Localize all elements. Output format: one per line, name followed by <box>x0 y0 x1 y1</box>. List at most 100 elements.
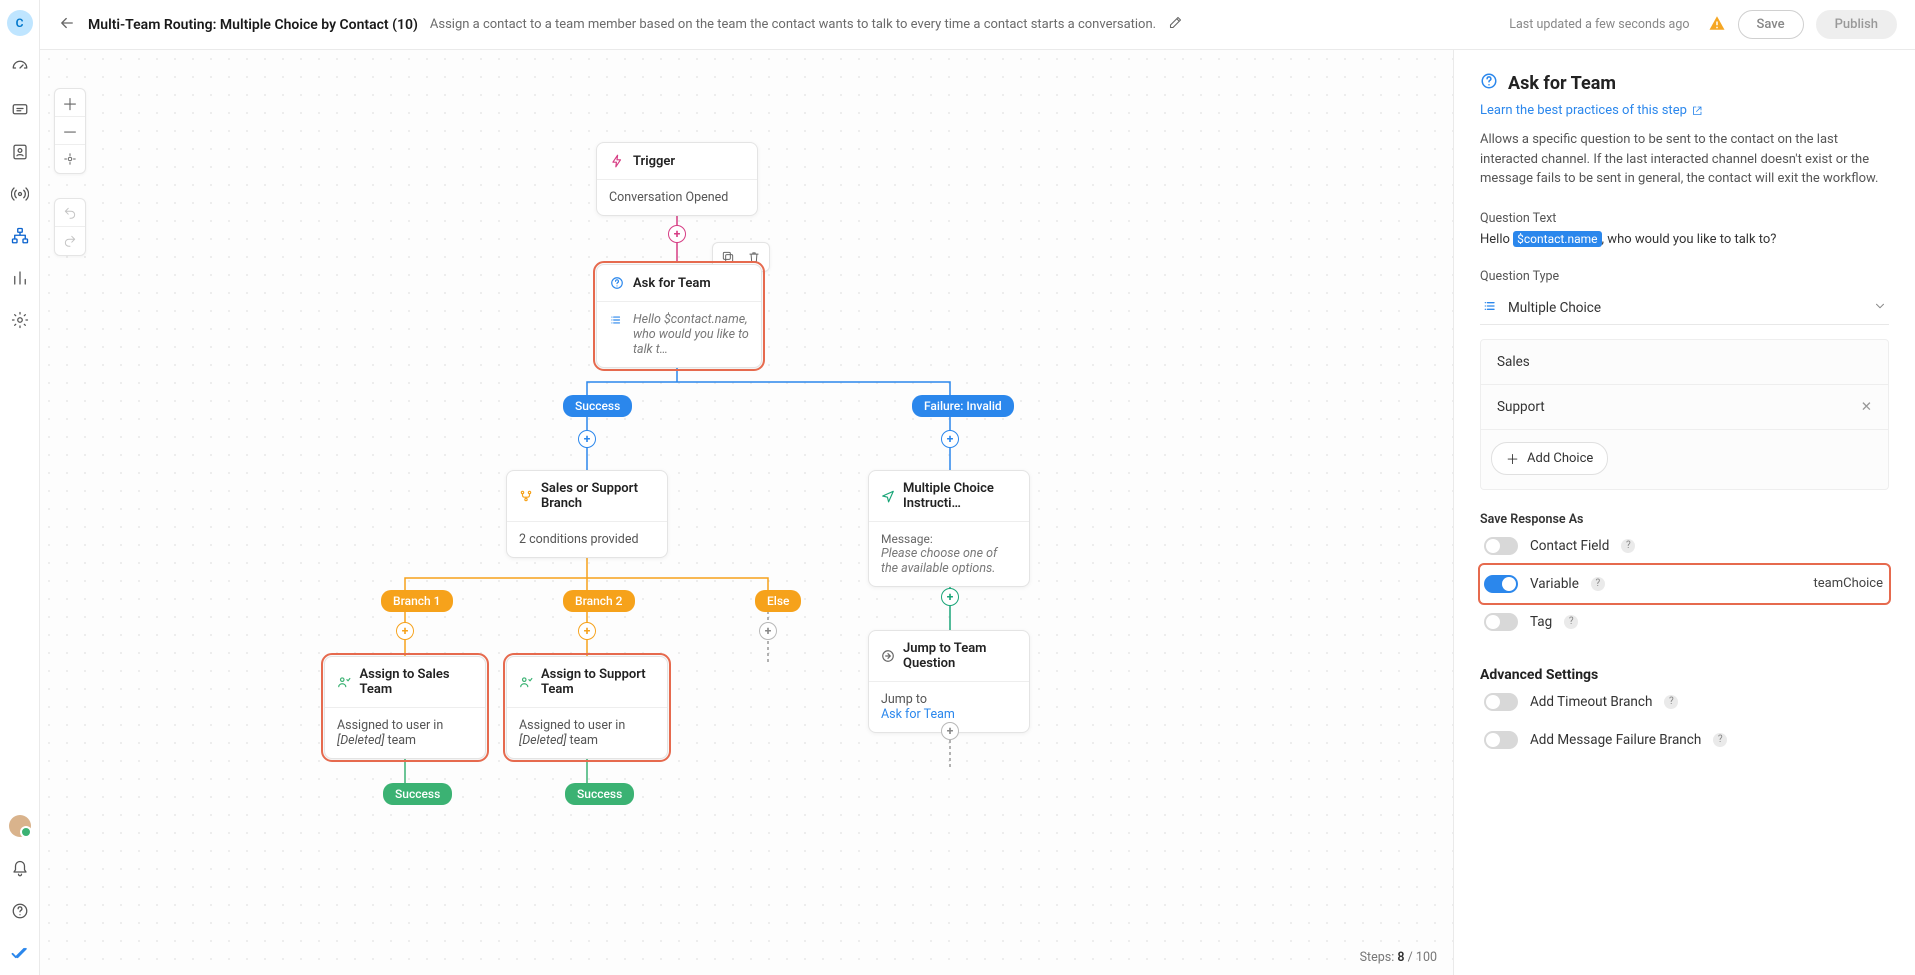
node-title: Trigger <box>633 154 675 169</box>
reports-icon[interactable] <box>10 268 30 288</box>
workspace-avatar[interactable]: C <box>7 10 33 36</box>
choice-item[interactable]: Support✕ <box>1481 385 1888 430</box>
question-icon <box>1480 72 1498 95</box>
choice-list: Sales Support✕ ＋Add Choice <box>1480 339 1889 490</box>
help-icon[interactable]: ? <box>1713 733 1727 747</box>
branch2-pill[interactable]: Branch 2 <box>563 590 635 612</box>
panel-heading: Ask for Team <box>1480 72 1889 95</box>
add-after-jump[interactable]: + <box>941 722 959 740</box>
notifications-icon[interactable] <box>10 859 30 879</box>
panel-description: Allows a specific question to be sent to… <box>1480 130 1889 189</box>
node-jump[interactable]: Jump to Team Question Jump toAsk for Tea… <box>868 630 1030 733</box>
success-pill-support: Success <box>565 783 634 805</box>
brand-logo-icon <box>10 943 30 963</box>
node-title: Multiple Choice Instructi… <box>903 481 1017 511</box>
help-icon[interactable] <box>10 901 30 921</box>
page-title: Multi-Team Routing: Multiple Choice by C… <box>88 17 418 33</box>
node-title: Sales or Support Branch <box>541 481 655 511</box>
choice-item[interactable]: Sales <box>1481 340 1888 385</box>
nav-rail: C <box>0 0 40 975</box>
add-after-failure[interactable]: + <box>941 430 959 448</box>
dashboard-icon[interactable] <box>10 58 30 78</box>
node-title: Assign to Support Team <box>541 667 655 697</box>
list-icon <box>609 312 623 328</box>
back-button[interactable] <box>58 14 76 36</box>
toggle-msg-failure-branch[interactable] <box>1484 731 1518 749</box>
advanced-message-failure-branch: Add Message Failure Branch ? <box>1480 721 1889 759</box>
branch-failure-pill[interactable]: Failure: Invalid <box>912 395 1014 417</box>
jump-icon <box>881 648 895 664</box>
node-assign-support[interactable]: Assign to Support Team Assigned to user … <box>506 656 668 759</box>
messages-icon[interactable] <box>10 100 30 120</box>
help-icon[interactable]: ? <box>1621 539 1635 553</box>
save-as-variable: Variable ? teamChoice <box>1480 565 1889 603</box>
last-updated: Last updated a few seconds ago <box>1509 17 1689 32</box>
variable-name[interactable]: teamChoice <box>1813 576 1883 591</box>
toggle-contact-field[interactable] <box>1484 537 1518 555</box>
node-ask-for-team[interactable]: Ask for Team Hello $contact.name, who wo… <box>596 264 762 368</box>
send-icon <box>881 488 895 504</box>
node-title: Jump to Team Question <box>903 641 1017 671</box>
page-description: Assign a contact to a team member based … <box>430 17 1156 32</box>
node-sales-support-branch[interactable]: Sales or Support Branch 2 conditions pro… <box>506 470 668 558</box>
message-label: Message: <box>881 532 1017 546</box>
branch-icon <box>519 488 533 504</box>
remove-choice-icon[interactable]: ✕ <box>1861 399 1872 415</box>
chevron-down-icon <box>1873 299 1887 317</box>
assign-icon <box>519 674 533 690</box>
add-after-branch1[interactable]: + <box>396 622 414 640</box>
steps-counter: Steps: 8 / 100 <box>1360 950 1437 965</box>
node-body: Hello $contact.name, who would you like … <box>633 312 749 357</box>
node-body: Assigned to user in [Deleted] team <box>325 708 485 758</box>
node-trigger[interactable]: Trigger Conversation Opened <box>596 142 758 216</box>
broadcast-icon[interactable] <box>10 184 30 204</box>
node-mc-instructions[interactable]: Multiple Choice Instructi… Message:Pleas… <box>868 470 1030 587</box>
toggle-variable[interactable] <box>1484 575 1518 593</box>
warning-icon[interactable] <box>1708 14 1726 36</box>
workflows-icon[interactable] <box>10 226 30 246</box>
publish-button[interactable]: Publish <box>1816 10 1897 39</box>
add-choice-button[interactable]: ＋Add Choice <box>1491 442 1608 475</box>
plus-icon: ＋ <box>1506 449 1519 468</box>
node-title: Assign to Sales Team <box>359 667 473 697</box>
settings-icon[interactable] <box>10 310 30 330</box>
help-icon[interactable]: ? <box>1591 577 1605 591</box>
node-title: Ask for Team <box>633 276 711 291</box>
save-button[interactable]: Save <box>1738 10 1804 39</box>
advanced-timeout-branch: Add Timeout Branch ? <box>1480 683 1889 721</box>
edit-title-icon[interactable] <box>1168 15 1183 34</box>
question-text-preview[interactable]: Hello $contact.name, who would you like … <box>1480 232 1889 247</box>
toggle-timeout-branch[interactable] <box>1484 693 1518 711</box>
topbar: Multi-Team Routing: Multiple Choice by C… <box>40 0 1915 50</box>
jump-target[interactable]: Ask for Team <box>881 707 1017 722</box>
branch1-pill[interactable]: Branch 1 <box>381 590 453 612</box>
node-assign-sales[interactable]: Assign to Sales Team Assigned to user in… <box>324 656 486 759</box>
question-type-select[interactable]: Multiple Choice <box>1480 292 1889 325</box>
save-as-contact-field: Contact Field ? <box>1480 527 1889 565</box>
question-type-value: Multiple Choice <box>1508 300 1601 316</box>
add-after-branch2[interactable]: + <box>578 622 596 640</box>
save-as-tag: Tag ? <box>1480 603 1889 641</box>
user-avatar[interactable] <box>9 815 31 837</box>
advanced-settings-heading: Advanced Settings <box>1480 667 1889 683</box>
learn-link[interactable]: Learn the best practices of this step <box>1480 103 1703 118</box>
add-after-mc[interactable]: + <box>941 588 959 606</box>
question-text-label: Question Text <box>1480 211 1889 226</box>
workflow-canvas[interactable]: ＋ － Trigger Conversation Opened + <box>40 50 1453 975</box>
bolt-icon <box>609 153 625 169</box>
node-body: Assigned to user in [Deleted] team <box>507 708 667 758</box>
branch-success-pill[interactable]: Success <box>563 395 632 417</box>
add-after-success[interactable]: + <box>578 430 596 448</box>
branch-else-pill[interactable]: Else <box>755 590 801 612</box>
toggle-tag[interactable] <box>1484 613 1518 631</box>
contacts-icon[interactable] <box>10 142 30 162</box>
question-type-label: Question Type <box>1480 269 1889 284</box>
variable-token[interactable]: $contact.name <box>1513 231 1601 247</box>
help-icon[interactable]: ? <box>1664 695 1678 709</box>
help-icon[interactable]: ? <box>1564 615 1578 629</box>
node-body: Conversation Opened <box>597 180 757 215</box>
success-pill-sales: Success <box>383 783 452 805</box>
add-step-after-trigger[interactable]: + <box>668 225 686 243</box>
list-icon <box>1482 298 1498 318</box>
add-after-else[interactable]: + <box>759 622 777 640</box>
